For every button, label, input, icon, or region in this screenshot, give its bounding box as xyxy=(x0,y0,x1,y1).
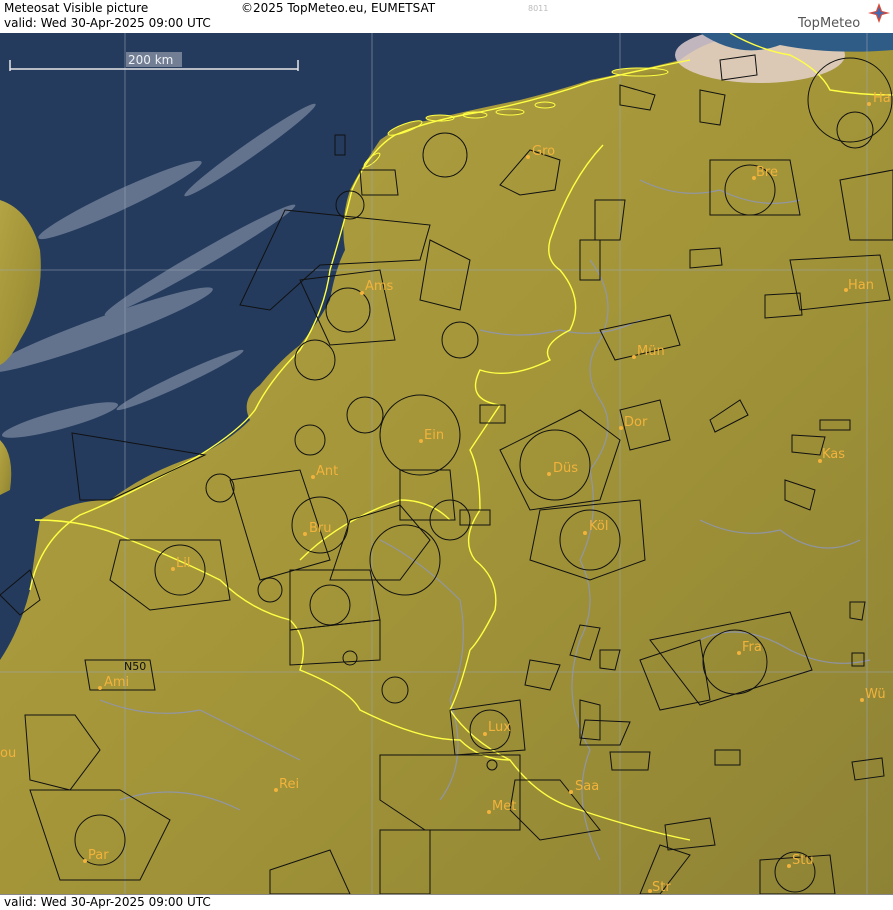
product-title: Meteosat Visible picture xyxy=(4,1,149,15)
valid-time: valid: Wed 30-Apr-2025 09:00 UTC xyxy=(4,16,211,30)
city-label-kas: Kas xyxy=(822,447,845,462)
city-label-ant: Ant xyxy=(316,464,338,479)
topmeteo-logo: TopMeteo xyxy=(796,2,891,32)
brand-name: TopMeteo xyxy=(798,16,861,31)
scale-label: 200 km xyxy=(128,53,173,67)
city-label-mun: Mün xyxy=(637,344,665,359)
city-label-rou: ou xyxy=(0,746,16,761)
satellite-map[interactable]: 200 km Gro Bre Ha Ams Han Mün Ein Dor Ka… xyxy=(0,33,893,894)
city-label-wu: Wü xyxy=(865,687,886,702)
city-label-par: Par xyxy=(88,848,109,863)
city-label-ein: Ein xyxy=(424,428,444,443)
city-label-lux: Lux xyxy=(488,720,511,735)
city-label-han: Han xyxy=(848,278,874,293)
n50-label: N50 xyxy=(124,660,146,673)
city-label-ha: Ha xyxy=(873,91,891,106)
city-label-bre: Bre xyxy=(756,165,778,180)
city-label-str: Str xyxy=(652,880,671,894)
city-label-dor: Dor xyxy=(624,415,648,430)
map-canvas: 200 km Gro Bre Ha Ams Han Mün Ein Dor Ka… xyxy=(0,33,893,894)
footer-bar: valid: Wed 30-Apr-2025 09:00 UTC xyxy=(0,894,893,910)
city-label-saa: Saa xyxy=(575,779,599,794)
city-label-dus: Düs xyxy=(553,461,578,476)
city-label-fra: Fra xyxy=(742,640,762,655)
city-label-gro: Gro xyxy=(532,144,555,159)
city-label-lil: Lil xyxy=(176,556,190,571)
city-label-rei: Rei xyxy=(279,777,299,792)
image-code: 8011 xyxy=(528,4,549,13)
header-bar: Meteosat Visible picture ©2025 TopMeteo.… xyxy=(0,0,893,34)
city-label-kol: Köl xyxy=(589,519,608,534)
copyright-text: ©2025 TopMeteo.eu, EUMETSAT xyxy=(241,1,436,15)
satellite-frame: Meteosat Visible picture ©2025 TopMeteo.… xyxy=(0,0,893,910)
city-label-ami: Ami xyxy=(104,675,129,690)
city-label-met: Met xyxy=(492,799,516,814)
city-label-stu: Stu xyxy=(792,853,814,868)
footer-valid-time: valid: Wed 30-Apr-2025 09:00 UTC xyxy=(4,895,211,909)
city-label-ams: Ams xyxy=(365,279,394,294)
city-label-bru: Bru xyxy=(309,521,332,536)
